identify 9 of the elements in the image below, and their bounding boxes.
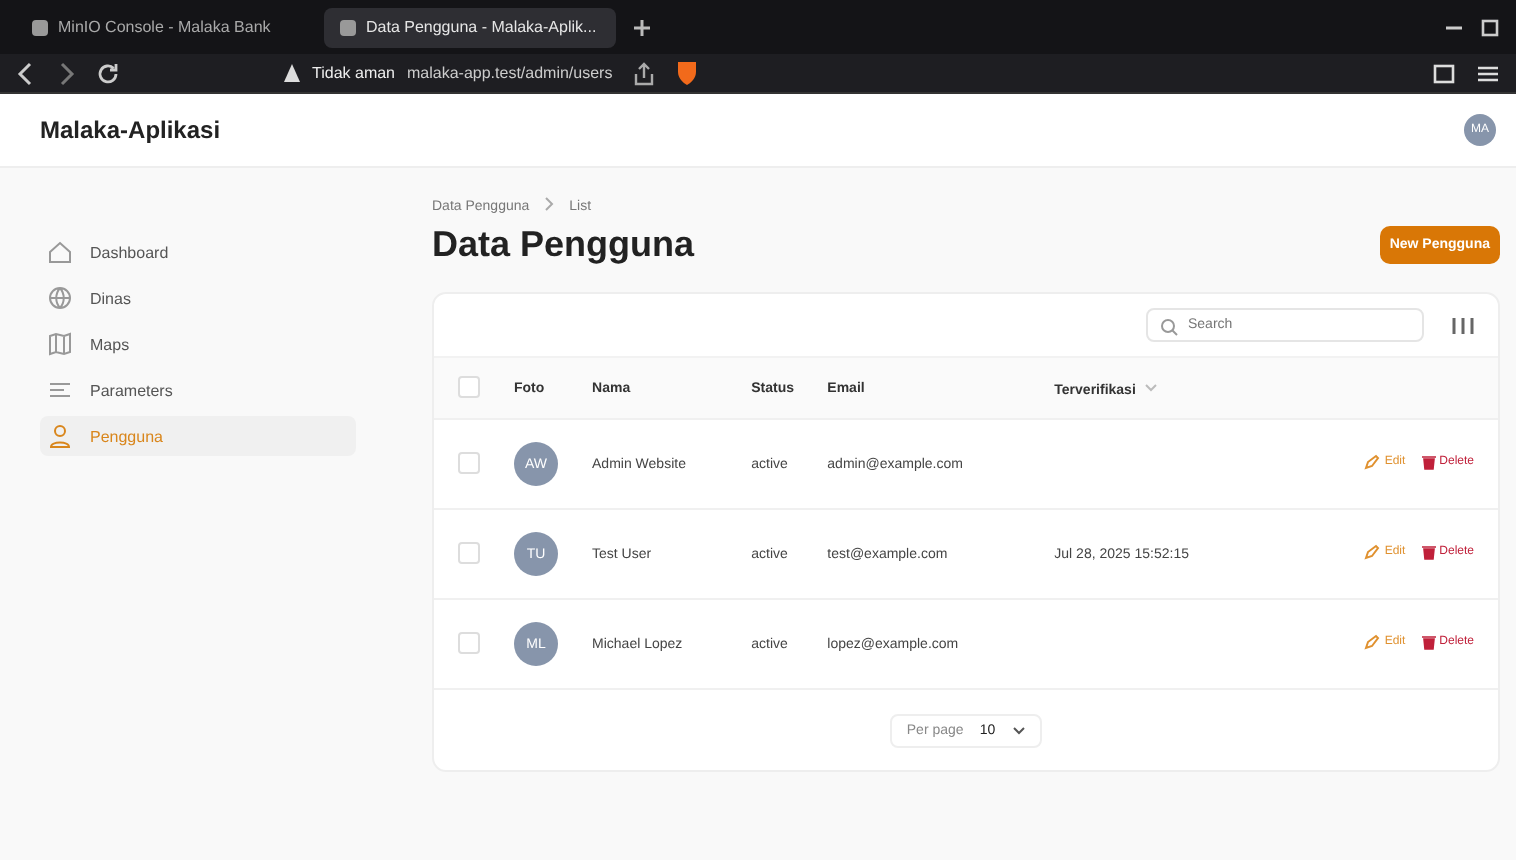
address-bar[interactable]: Tidak aman malaka-app.test/admin/users	[284, 64, 613, 82]
sidebar-item[interactable]: Parameters	[40, 370, 356, 410]
page-title: Data Pengguna	[432, 224, 695, 266]
browser-tab[interactable]: Data Pengguna - Malaka-Aplik...	[324, 7, 616, 47]
browser-tab[interactable]: MinIO Console - Malaka Bank	[16, 7, 308, 47]
sidebar-item[interactable]: Dashboard	[40, 232, 356, 272]
app-brand[interactable]: Malaka-Aplikasi	[40, 116, 221, 144]
sidebar-item[interactable]: Maps	[40, 324, 356, 364]
sidebar-item[interactable]: Dinas	[40, 278, 356, 318]
